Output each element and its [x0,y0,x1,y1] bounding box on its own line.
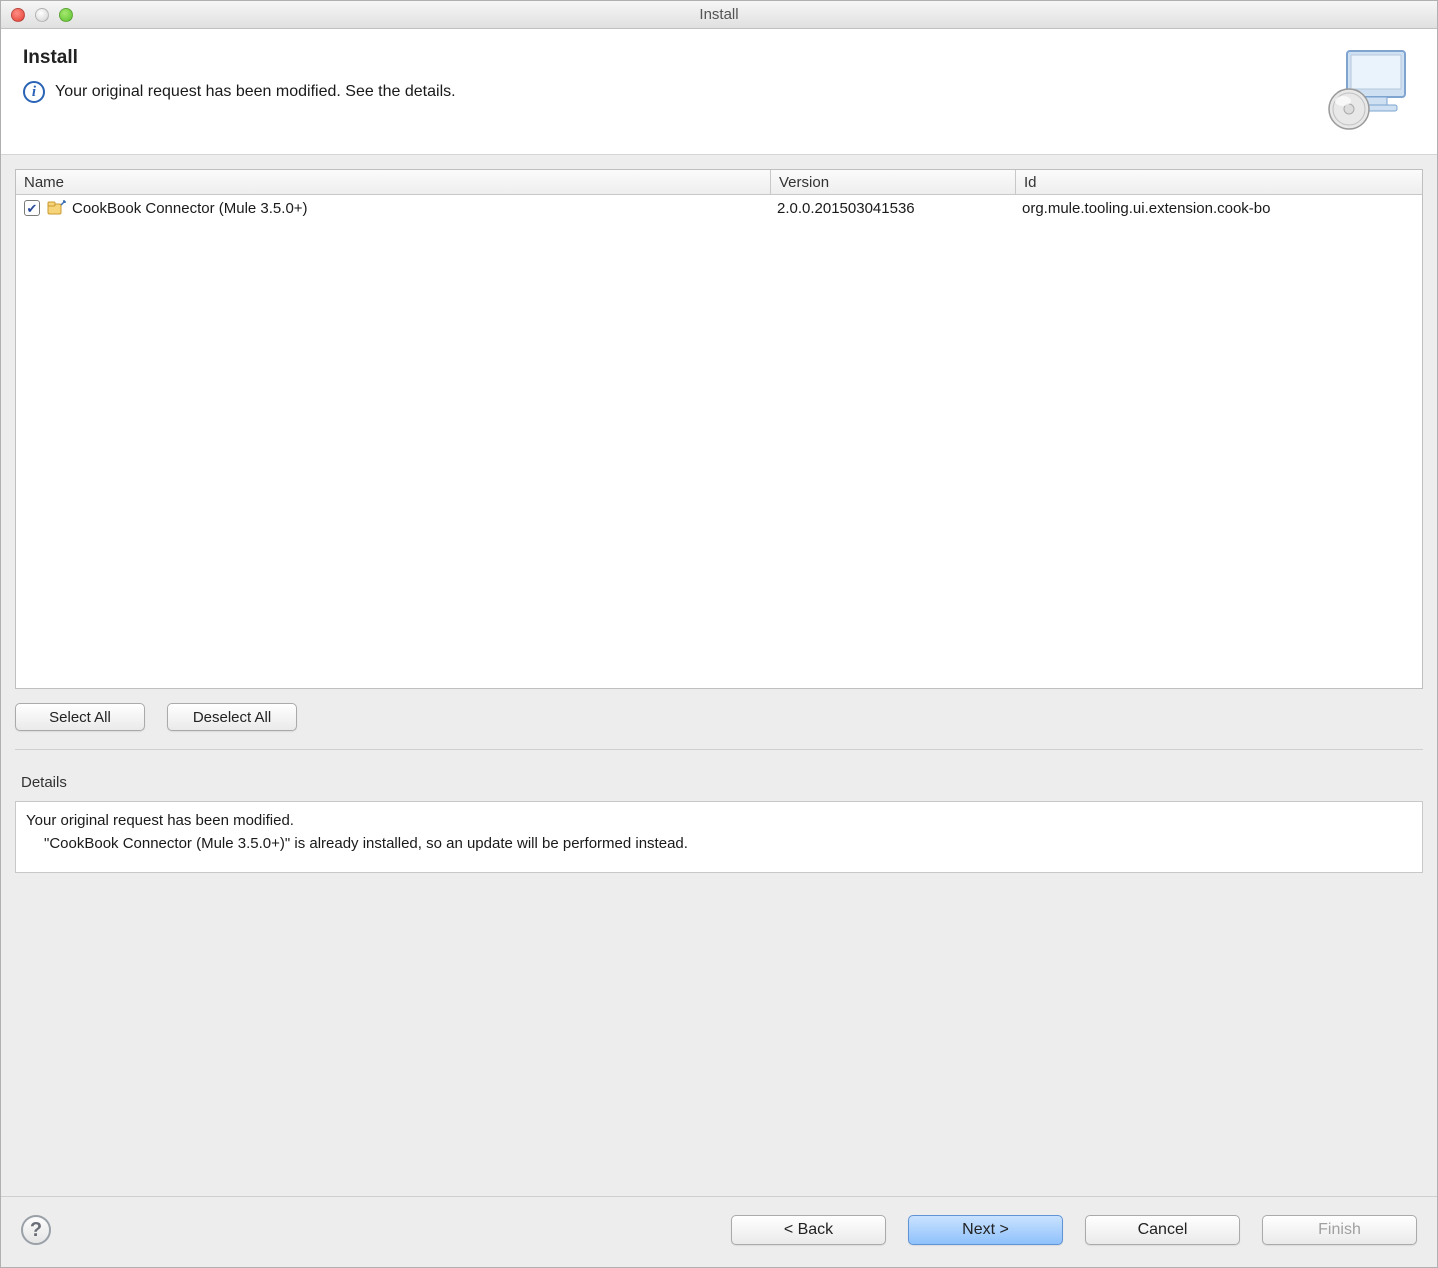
checkmark-icon: ✔ [27,202,38,215]
row-version: 2.0.0.201503041536 [777,200,915,217]
back-button[interactable]: < Back [731,1215,886,1245]
table-row[interactable]: ✔ CookBook Connector (Mule 3.5.0+) [16,195,1422,221]
zoom-window-button[interactable] [59,8,73,22]
divider [15,749,1423,750]
features-table: Name Version Id ✔ [15,169,1423,689]
details-line-2: "CookBook Connector (Mule 3.5.0+)" is al… [26,833,1412,856]
titlebar: Install [1,1,1437,29]
wizard-footer: ? < Back Next > Cancel Finish [1,1196,1437,1267]
window-controls [11,8,73,22]
table-header: Name Version Id [16,170,1422,195]
install-dialog: Install Install i Your original request … [0,0,1438,1268]
column-header-version[interactable]: Version [771,170,1016,194]
details-label: Details [21,774,1423,791]
wizard-body: Name Version Id ✔ [1,155,1437,1196]
info-icon: i [23,81,45,103]
wizard-header: Install i Your original request has been… [1,29,1437,155]
install-banner-icon [1325,47,1415,132]
window-title: Install [1,6,1437,23]
help-icon[interactable]: ? [21,1215,51,1245]
column-header-name[interactable]: Name [16,170,771,194]
next-button[interactable]: Next > [908,1215,1063,1245]
row-checkbox[interactable]: ✔ [24,200,40,216]
minimize-window-button[interactable] [35,8,49,22]
details-text: Your original request has been modified.… [15,801,1423,873]
close-window-button[interactable] [11,8,25,22]
row-id: org.mule.tooling.ui.extension.cook-bo [1022,200,1270,217]
cancel-button[interactable]: Cancel [1085,1215,1240,1245]
select-all-button[interactable]: Select All [15,703,145,731]
finish-button: Finish [1262,1215,1417,1245]
row-name: CookBook Connector (Mule 3.5.0+) [72,200,308,217]
details-line-1: Your original request has been modified. [26,810,1412,833]
page-title: Install [23,47,1325,69]
deselect-all-button[interactable]: Deselect All [167,703,297,731]
header-message: Your original request has been modified.… [55,83,456,101]
feature-icon [46,199,66,217]
column-header-id[interactable]: Id [1016,170,1422,194]
